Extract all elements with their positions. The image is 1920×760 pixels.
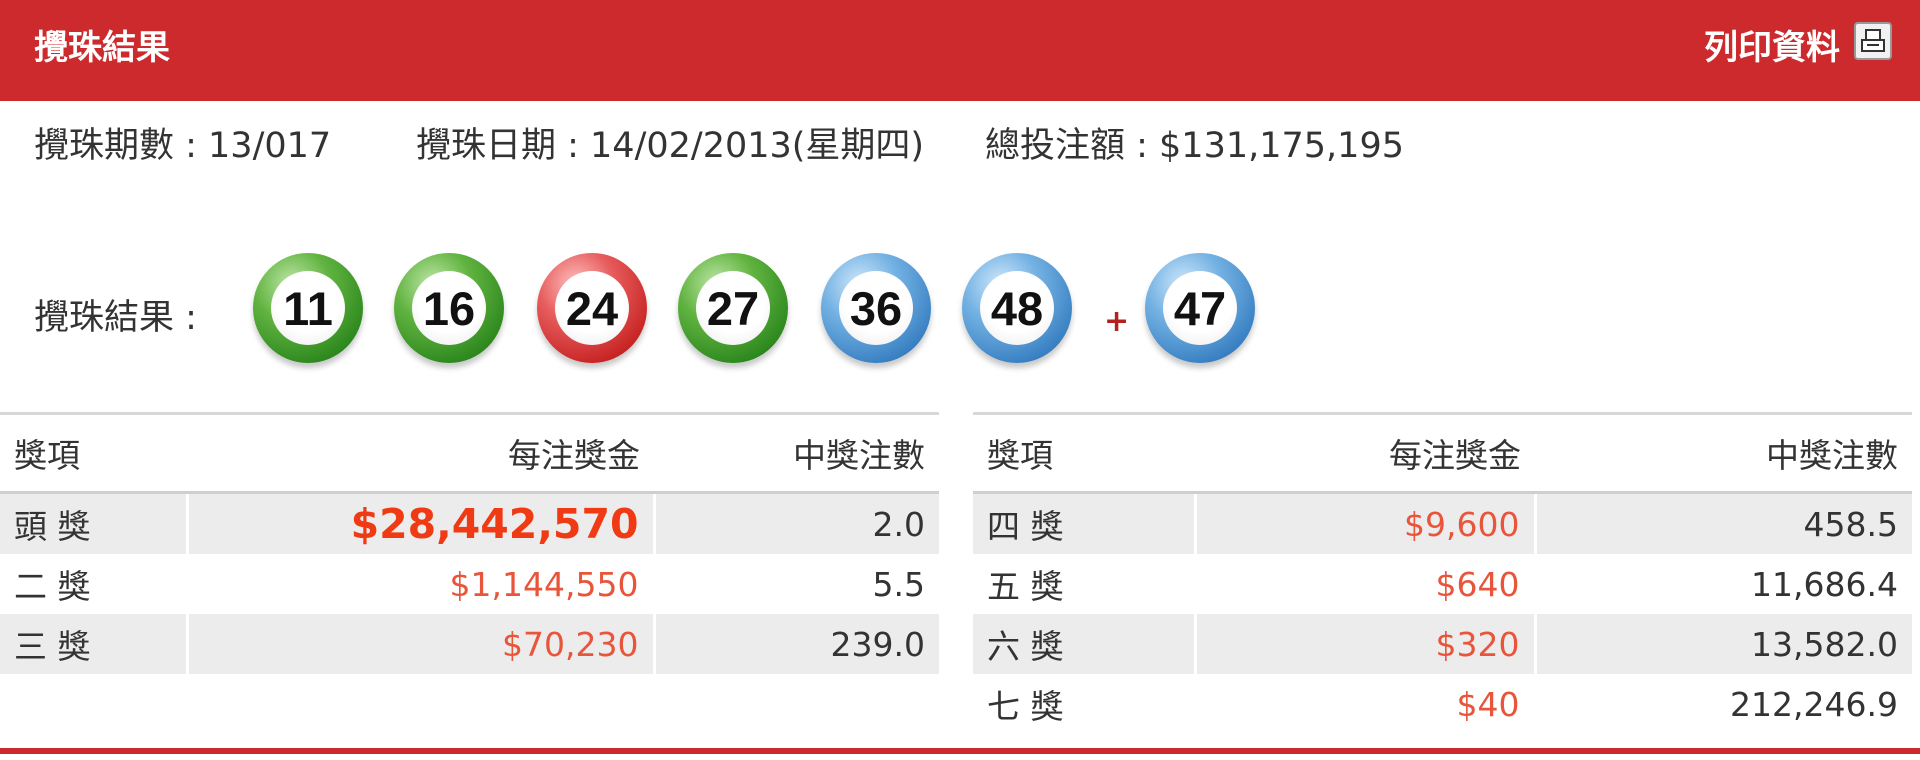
prize-name: 四 獎 xyxy=(973,492,1195,554)
table-header-row: 獎項 每注獎金 中獎注數 xyxy=(0,412,939,494)
prize-amount: $40 xyxy=(1193,674,1535,734)
ball-number: 16 xyxy=(412,271,486,345)
prize-amount: $28,442,570 xyxy=(185,492,654,554)
prize-name: 頭 獎 xyxy=(0,492,187,554)
ball-5: 36 xyxy=(821,253,931,363)
ball-number: 24 xyxy=(555,271,629,345)
table-row: 六 獎 $320 13,582.0 xyxy=(973,614,1912,674)
prize-table-left: 獎項 每注獎金 中獎注數 頭 獎 $28,442,570 2.0 二 獎 $1,… xyxy=(0,412,939,674)
table-row: 五 獎 $640 11,686.4 xyxy=(973,554,1912,614)
prize-name: 三 獎 xyxy=(0,614,187,674)
print-data-link[interactable]: 列印資料 xyxy=(1704,24,1840,72)
ball-3: 24 xyxy=(537,253,647,363)
prize-name: 二 獎 xyxy=(14,567,91,606)
table-row: 三 獎 $70,230 239.0 xyxy=(0,614,939,674)
prize-amount: $640 xyxy=(1193,554,1535,614)
col-amount-header: 每注獎金 xyxy=(187,412,654,494)
total-turnover: 總投注額 : $131,175,195 xyxy=(985,126,1404,166)
table-row: 頭 獎 $28,442,570 2.0 xyxy=(0,492,939,554)
ball-number: 48 xyxy=(980,271,1054,345)
page-title: 攪珠結果 xyxy=(34,28,170,68)
prize-amount: $1,144,550 xyxy=(185,554,654,614)
prize-amount: $9,600 xyxy=(1193,492,1535,554)
prize-name: 七 獎 xyxy=(987,687,1064,726)
printer-icon[interactable] xyxy=(1854,22,1892,60)
table-header-row: 獎項 每注獎金 中獎注數 xyxy=(973,412,1912,494)
draw-results-label: 攪珠結果 : xyxy=(34,298,197,338)
prize-amount: $70,230 xyxy=(185,614,654,674)
ball-4: 27 xyxy=(678,253,788,363)
winning-units: 2.0 xyxy=(652,492,939,554)
draw-date: 攪珠日期 : 14/02/2013(星期四) xyxy=(416,126,925,166)
results-header: 攪珠結果 列印資料 xyxy=(0,0,1920,101)
col-prize-header: 獎項 xyxy=(0,412,187,494)
winning-units: 458.5 xyxy=(1533,492,1912,554)
bottom-divider xyxy=(0,748,1920,754)
prize-amount: $320 xyxy=(1193,614,1535,674)
ball-number: 27 xyxy=(696,271,770,345)
ball-number: 11 xyxy=(271,271,345,345)
extra-ball: 47 xyxy=(1145,253,1255,363)
prize-table-right: 獎項 每注獎金 中獎注數 四 獎 $9,600 458.5 五 獎 $640 1… xyxy=(973,412,1912,734)
winning-units: 11,686.4 xyxy=(1533,554,1912,614)
prize-name: 五 獎 xyxy=(987,567,1064,606)
ball-6: 48 xyxy=(962,253,1072,363)
col-prize-header: 獎項 xyxy=(973,412,1195,494)
draw-number: 攪珠期數 : 13/017 xyxy=(34,126,332,166)
plus-sign: + xyxy=(1104,304,1130,339)
winning-units: 239.0 xyxy=(652,614,939,674)
ball-number: 36 xyxy=(839,271,913,345)
ball-1: 11 xyxy=(253,253,363,363)
winning-units: 5.5 xyxy=(652,554,939,614)
table-row: 二 獎 $1,144,550 5.5 xyxy=(0,554,939,614)
col-count-header: 中獎注數 xyxy=(654,412,939,494)
col-count-header: 中獎注數 xyxy=(1535,412,1912,494)
ball-2: 16 xyxy=(394,253,504,363)
col-amount-header: 每注獎金 xyxy=(1195,412,1535,494)
ball-number: 47 xyxy=(1163,271,1237,345)
winning-units: 13,582.0 xyxy=(1533,614,1912,674)
table-row: 七 獎 $40 212,246.9 xyxy=(973,674,1912,734)
winning-units: 212,246.9 xyxy=(1533,674,1912,734)
table-row: 四 獎 $9,600 458.5 xyxy=(973,492,1912,554)
prize-name: 六 獎 xyxy=(973,614,1195,674)
